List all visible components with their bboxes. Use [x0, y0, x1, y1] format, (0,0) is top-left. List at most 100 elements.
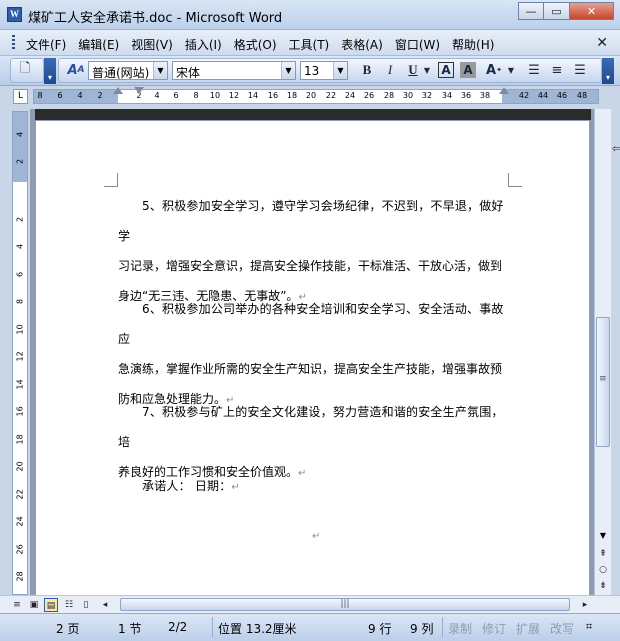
- ruler-tick: 36: [460, 91, 472, 100]
- text-line: 6、积极参加公司举办的各种安全培训和安全学习、安全活动、事故应: [118, 302, 504, 346]
- ruler-tick: 16: [15, 406, 25, 417]
- outline-view-icon[interactable]: ☷: [62, 598, 76, 612]
- formatting-toolbar: 🗋 ▾ AA 普通(网站) ▼ 宋体 ▼ 13 ▼ B I U ▼ A A A ✦…: [0, 56, 620, 136]
- status-separator: [442, 617, 443, 637]
- chevron-down-icon[interactable]: ▼: [333, 62, 347, 79]
- split-handle-icon[interactable]: ⇦: [612, 142, 620, 155]
- first-line-indent-marker[interactable]: [134, 87, 144, 94]
- new-document-icon[interactable]: 🗋: [15, 60, 35, 80]
- ruler-tick: 20: [15, 461, 25, 472]
- bold-button[interactable]: B: [357, 60, 377, 80]
- menubar-grip[interactable]: [12, 35, 15, 51]
- print-view-icon[interactable]: ▤: [44, 598, 58, 612]
- menu-bar: 文件(F) 编辑(E) 视图(V) 插入(I) 格式(O) 工具(T) 表格(A…: [0, 30, 620, 56]
- italic-button[interactable]: I: [380, 60, 400, 80]
- ruler-tick: 20: [305, 91, 317, 100]
- align-right-icon[interactable]: ☰: [570, 60, 590, 80]
- document-page[interactable]: 5、积极参加安全学习，遵守学习会场纪律，不迟到，不早退，做好学 习记录，增强安全…: [36, 121, 589, 595]
- tab-selector-button[interactable]: L: [13, 89, 28, 104]
- window-title: 煤矿工人安全承诺书.doc - Microsoft Word: [28, 11, 283, 26]
- styles-and-formatting-icon[interactable]: AA: [66, 60, 86, 80]
- horizontal-scroll-thumb[interactable]: |||: [120, 598, 570, 611]
- style-combobox[interactable]: 普通(网站) ▼: [88, 61, 168, 80]
- vertical-scroll-thumb[interactable]: [596, 317, 610, 447]
- reading-view-icon[interactable]: ▯: [79, 598, 93, 612]
- status-line: 9 行: [368, 622, 392, 636]
- ruler-tick: 6: [15, 271, 25, 278]
- maximize-button[interactable]: ▭: [544, 2, 570, 20]
- right-indent-marker[interactable]: [499, 87, 509, 94]
- toolbar-overflow-button[interactable]: ▾: [44, 58, 56, 84]
- scroll-down-icon[interactable]: ▼: [596, 529, 610, 543]
- status-overtype-mode[interactable]: 改写: [550, 620, 574, 637]
- signature-line[interactable]: 承诺人： 日期：↵: [118, 471, 510, 503]
- menu-view[interactable]: 视图(V): [127, 36, 181, 53]
- word-app-icon[interactable]: W: [7, 7, 22, 22]
- close-button[interactable]: ✕: [570, 2, 614, 20]
- toolbar-overflow-button-right[interactable]: ▾: [602, 58, 614, 84]
- text-line: 5、积极参加安全学习，遵守学习会场纪律，不迟到，不早退，做好学: [118, 199, 504, 243]
- symbol-dropdown-icon[interactable]: ▼: [505, 60, 517, 80]
- status-record-mode[interactable]: 录制: [448, 620, 472, 637]
- web-view-icon[interactable]: ▣: [27, 598, 41, 612]
- ruler-tick: 44: [537, 91, 549, 100]
- menu-table[interactable]: 表格(A): [337, 36, 391, 53]
- previous-page-icon[interactable]: ⇞: [596, 547, 610, 561]
- document-close-icon[interactable]: ✕: [596, 35, 608, 51]
- ruler-tick: 8: [37, 91, 43, 100]
- chevron-down-icon[interactable]: ▼: [153, 62, 167, 79]
- font-size-value: 13: [304, 64, 320, 78]
- crop-mark-top-right: [508, 173, 522, 187]
- maximize-icon: ▭: [551, 4, 562, 18]
- symbol-button[interactable]: A ✦: [484, 60, 504, 80]
- document-area[interactable]: 5、积极参加安全学习，遵守学习会场纪律，不迟到，不早退，做好学 习记录，增强安全…: [30, 109, 594, 595]
- scroll-right-icon[interactable]: ▸: [578, 598, 592, 612]
- menu-file[interactable]: 文件(F): [22, 36, 74, 53]
- vertical-scrollbar[interactable]: ▼ ⇞ ○ ⇟: [594, 109, 611, 595]
- left-indent-marker[interactable]: [113, 87, 123, 94]
- ruler-tick: 38: [479, 91, 491, 100]
- window-controls: — ▭ ✕: [518, 2, 614, 20]
- menu-window[interactable]: 窗口(W): [391, 36, 448, 53]
- status-extend-mode[interactable]: 扩展: [516, 620, 540, 637]
- menu-format[interactable]: 格式(O): [230, 36, 285, 53]
- normal-view-icon[interactable]: ≡: [10, 598, 24, 612]
- status-track-changes[interactable]: 修订: [482, 620, 506, 637]
- menu-tools[interactable]: 工具(T): [285, 36, 338, 53]
- underline-dropdown-icon[interactable]: ▼: [421, 60, 433, 80]
- horizontal-ruler[interactable]: 8 6 4 2 2 4 6 8 10 12 14 16 18 20 22 24 …: [33, 87, 599, 104]
- minimize-button[interactable]: —: [518, 2, 544, 20]
- ruler-tick: 24: [15, 516, 25, 527]
- style-value: 普通(网站): [92, 66, 150, 80]
- next-page-icon[interactable]: ⇟: [596, 579, 610, 593]
- ruler-tick: 12: [228, 91, 240, 100]
- status-pages: 2/2: [168, 620, 188, 634]
- ruler-tick: 2: [97, 91, 103, 100]
- character-border-button[interactable]: A: [438, 62, 454, 78]
- scroll-left-icon[interactable]: ◂: [98, 598, 112, 612]
- vertical-ruler[interactable]: 4 2 2 4 6 8 10 12 14 16 18 20 22 24 26 2…: [12, 111, 28, 595]
- align-justify-icon[interactable]: ☰: [524, 60, 544, 80]
- minimize-icon: —: [525, 4, 537, 18]
- select-browse-object-icon[interactable]: ○: [596, 563, 610, 577]
- menu-help[interactable]: 帮助(H): [448, 36, 502, 53]
- ruler-tick: 10: [15, 324, 25, 335]
- horizontal-scrollbar-row: ≡ ▣ ▤ ☷ ▯ ◂ ||| ▸: [0, 595, 620, 613]
- ruler-tick: 22: [325, 91, 337, 100]
- ruler-tick: 8: [15, 298, 25, 305]
- ruler-tick: 28: [15, 571, 25, 582]
- font-combobox[interactable]: 宋体 ▼: [172, 61, 296, 80]
- status-separator: [212, 617, 213, 637]
- paragraph-mark-icon: ↵: [312, 531, 321, 542]
- font-size-combobox[interactable]: 13 ▼: [300, 61, 348, 80]
- chevron-down-icon[interactable]: ▼: [281, 62, 295, 79]
- menu-edit[interactable]: 编辑(E): [74, 36, 127, 53]
- underline-button[interactable]: U: [403, 60, 423, 80]
- menu-insert[interactable]: 插入(I): [181, 36, 230, 53]
- align-center-icon[interactable]: ≡: [547, 60, 567, 80]
- ruler-tick: 8: [193, 91, 199, 100]
- character-shading-button[interactable]: A: [460, 62, 476, 78]
- crop-mark-top-left: [104, 173, 118, 187]
- language-icon[interactable]: ⌗: [586, 620, 592, 634]
- font-value: 宋体: [176, 66, 201, 80]
